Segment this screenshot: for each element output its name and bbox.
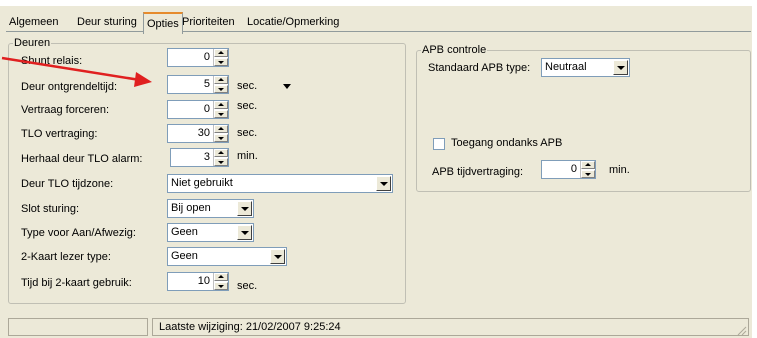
tlo-tijdzone-label: Deur TLO tijdzone: xyxy=(21,178,114,190)
apb-type-value: Neutraal xyxy=(545,61,587,73)
deur-ontgrendeltijd-value: 5 xyxy=(203,78,210,90)
spin-up-icon[interactable] xyxy=(214,273,228,281)
tijd-2kaart-spinner[interactable]: 10 xyxy=(167,272,229,291)
cursor-caret-icon xyxy=(283,84,291,89)
chevron-down-icon[interactable] xyxy=(237,225,252,240)
tab-prioriteiten[interactable]: Prioriteiten xyxy=(179,14,238,31)
herhaal-tlo-alarm-label: Herhaal deur TLO alarm: xyxy=(21,153,143,165)
spin-up-icon[interactable] xyxy=(214,101,228,109)
shunt-relais-value: 0 xyxy=(203,51,210,63)
apb-tijdvertraging-unit: min. xyxy=(609,164,630,176)
annotation-arrow-icon xyxy=(1,56,152,87)
spin-up-icon[interactable] xyxy=(214,149,228,157)
dialog-window: Algemeen Deur sturing Opties Prioriteite… xyxy=(0,0,757,338)
apb-tijdvertraging-spinner[interactable]: 0 xyxy=(541,160,596,179)
spin-up-icon[interactable] xyxy=(581,161,595,169)
spin-down-icon[interactable] xyxy=(214,134,228,142)
spin-down-icon[interactable] xyxy=(214,85,228,93)
spin-down-icon[interactable] xyxy=(214,158,228,166)
chevron-down-icon[interactable] xyxy=(237,201,252,216)
vertraag-forceren-spinner[interactable]: 0 xyxy=(167,100,229,119)
slot-sturing-select[interactable]: Bij open xyxy=(167,199,254,218)
tlo-tijdzone-select[interactable]: Niet gebruikt xyxy=(167,174,393,193)
type-aanafwezig-label: Type voor Aan/Afwezig: xyxy=(21,227,136,239)
tlo-vertraging-unit: sec. xyxy=(237,127,258,139)
spin-down-icon[interactable] xyxy=(581,170,595,178)
apb-tijdvertraging-value: 0 xyxy=(570,163,577,175)
spin-up-icon[interactable] xyxy=(214,49,228,57)
status-bar: Laatste wijziging: 21/02/2007 9:25:24 xyxy=(6,316,749,338)
tijd-2kaart-unit: sec. xyxy=(237,280,258,292)
tlo-vertraging-spinner[interactable]: 30 xyxy=(167,124,229,143)
apb-type-select[interactable]: Neutraal xyxy=(541,58,630,77)
vertraag-forceren-label: Vertraag forceren: xyxy=(21,104,110,116)
tlo-tijdzone-value: Niet gebruikt xyxy=(171,177,233,189)
tlo-vertraging-value: 30 xyxy=(197,127,210,139)
tab-locatie-opmerking[interactable]: Locatie/Opmerking xyxy=(244,14,342,31)
shunt-relais-spinner[interactable]: 0 xyxy=(167,48,229,67)
spin-down-icon[interactable] xyxy=(214,282,228,290)
spin-down-icon[interactable] xyxy=(214,58,228,66)
tlo-vertraging-label: TLO vertraging: xyxy=(21,128,98,140)
chevron-down-icon[interactable] xyxy=(613,60,628,75)
apb-legend: APB controle xyxy=(422,44,487,56)
herhaal-tlo-alarm-spinner[interactable]: 3 xyxy=(170,148,229,167)
kaartlezer-type-label: 2-Kaart lezer type: xyxy=(21,251,111,263)
spin-up-icon[interactable] xyxy=(214,76,228,84)
status-pane-left xyxy=(8,318,148,336)
kaartlezer-type-value: Geen xyxy=(171,250,198,262)
tab-opties[interactable]: Opties xyxy=(143,12,183,34)
apb-type-label: Standaard APB type: xyxy=(428,62,531,74)
tijd-2kaart-value: 10 xyxy=(197,275,210,287)
spin-up-icon[interactable] xyxy=(214,125,228,133)
chevron-down-icon[interactable] xyxy=(376,176,391,191)
kaartlezer-type-select[interactable]: Geen xyxy=(167,247,287,266)
type-aanafwezig-value: Geen xyxy=(171,226,198,238)
herhaal-tlo-alarm-unit: min. xyxy=(237,150,258,162)
herhaal-tlo-alarm-value: 3 xyxy=(203,151,210,163)
vertraag-forceren-unit: sec. xyxy=(237,100,258,112)
resize-grip-icon[interactable] xyxy=(737,326,747,336)
type-aanafwezig-select[interactable]: Geen xyxy=(167,223,254,242)
deur-ontgrendeltijd-spinner[interactable]: 5 xyxy=(167,75,229,94)
toegang-ondanks-label[interactable]: Toegang ondanks APB xyxy=(451,137,562,149)
status-last-modified: Laatste wijziging: 21/02/2007 9:25:24 xyxy=(159,321,341,333)
slot-sturing-label: Slot sturing: xyxy=(21,203,80,215)
spin-down-icon[interactable] xyxy=(214,110,228,118)
slot-sturing-value: Bij open xyxy=(171,202,211,214)
deur-ontgrendeltijd-unit: sec. xyxy=(237,80,258,92)
toegang-ondanks-checkbox[interactable] xyxy=(433,138,445,150)
vertraag-forceren-value: 0 xyxy=(203,103,210,115)
chevron-down-icon[interactable] xyxy=(270,249,285,264)
right-edge xyxy=(752,6,757,338)
tijd-2kaart-label: Tijd bij 2-kaart gebruik: xyxy=(21,277,132,289)
apb-tijdvertraging-label: APB tijdvertraging: xyxy=(432,166,524,178)
